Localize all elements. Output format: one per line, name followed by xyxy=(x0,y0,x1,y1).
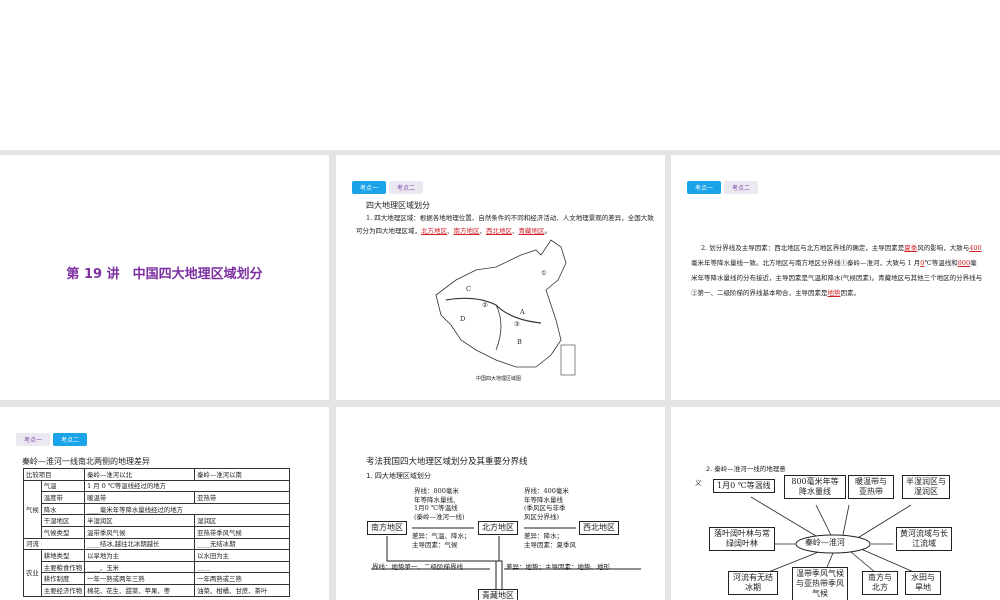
map-label-2: ② xyxy=(482,301,488,309)
node-humidity: 半湿润区与湿润区 xyxy=(902,475,950,499)
difference-label-2: 差异：降水； 主导因素：夏季风 xyxy=(524,532,576,549)
node-river-basin: 黄河流域与长江流域 xyxy=(896,527,952,551)
slide-thumbnail-3[interactable]: 考点一 考点二 2. 划分界线及主导因素：西北地区与北方地区界线的确定，主导因素是… xyxy=(671,155,1000,400)
map-label-a: A xyxy=(520,308,525,316)
boundary-label-3: 界线：地势第一、二级阶梯界线 xyxy=(372,563,463,571)
region-tibet: 青藏地区 xyxy=(478,589,518,600)
slide-thumbnail-6[interactable]: 2. 秦岭—淮河一线的地理意 义 秦岭—淮河 1月0 ℃等温线 800毫米年等降… xyxy=(671,407,1000,600)
map-label-c: C xyxy=(466,285,471,293)
table-row: 耕作制度 一年一熟或两年三熟 一年两熟或三熟 xyxy=(24,572,291,585)
node-climate-type: 温带季风气候与亚热带季风气候 xyxy=(792,567,848,600)
node-isotherm: 1月0 ℃等温线 xyxy=(713,479,775,493)
tab-topic-2[interactable]: 考点二 xyxy=(724,181,759,194)
table-heading: 秦岭—淮河一线南北两侧的地理差异 xyxy=(22,457,150,466)
center-node: 秦岭—淮河 xyxy=(805,538,845,547)
table-row: 干湿地区 半湿润区 湿润区 xyxy=(24,514,291,527)
map-label-b: B xyxy=(517,338,522,346)
region-northwest: 西北地区 xyxy=(579,521,619,535)
table-row: 气候 气温 1 月 0 ℃等温线经过的地方 xyxy=(23,479,291,539)
table-row: 主要经济作物 棉花、花生、甜菜、苹果、枣 油菜、柑橘、甘蔗、茶叶 xyxy=(24,583,291,597)
tab-topic-1[interactable]: 考点一 xyxy=(16,433,51,446)
table-row: 主要粮食作物 ____、玉米 ____ xyxy=(24,560,291,574)
table-row: 降水 ____毫米年等降水量线经过的地方 xyxy=(24,502,291,516)
node-south-north: 南方与北方 xyxy=(862,571,898,595)
tab-topic-1[interactable]: 考点一 xyxy=(687,181,722,194)
node-temperature-zone: 暖温带与亚热带 xyxy=(848,475,894,499)
map-label-1: ① xyxy=(541,269,547,277)
table-row: 比较项目 秦岭—淮河以北 秦岭—淮河以南 xyxy=(22,468,291,481)
slide-thumbnail-5[interactable]: 考法我国四大地理区域划分及其重要分界线 1. 四大地理区域划分 南方地区 北方地… xyxy=(336,407,665,600)
map-label-d: D xyxy=(460,315,466,323)
slide-thumbnail-4[interactable]: 考点一 考点二 秦岭—淮河一线南北两侧的地理差异 比较项目 秦岭—淮河以北 秦岭—淮河… xyxy=(0,407,329,600)
paragraph: 2. 划分界线及主导因素：西北地区与北方地区界线的确定，主导因素是夏季风的影响，… xyxy=(691,244,983,297)
boundary-label-2: 界线：400毫米 年等降水量线 (季风区与非季 风区分界线) xyxy=(524,487,569,521)
table-row: 河流 ____结冰,越往北冰期越长 ____无结冰期 xyxy=(22,537,291,551)
map-caption: 中国四大地理区域图 xyxy=(476,376,522,382)
map-label-3: ③ xyxy=(514,320,520,328)
node-farmland: 水田与旱地 xyxy=(905,571,941,595)
difference-label-3: 差异：地势；主导因素：地势、地形 xyxy=(506,563,610,571)
lesson-title: 第 19 讲 中国四大地理区域划分 xyxy=(66,267,263,282)
china-map xyxy=(435,239,576,376)
slide-thumbnail-2[interactable]: 考点一 考点二 四大地理区域划分 1. 四大地理区域：根据各地地理位置、自然条件的… xyxy=(336,155,665,400)
top-blank-area xyxy=(0,0,1000,150)
region-north: 北方地区 xyxy=(478,521,518,535)
table-row: 农业 耕地类型 以旱地为主 以水田为主 xyxy=(23,549,291,597)
comparison-table: 比较项目 秦岭—淮河以北 秦岭—淮河以南 气候 气温 1 月 0 ℃等温线经过的地方 温… xyxy=(22,468,291,597)
node-precipitation: 800毫米年等降水量线 xyxy=(784,475,846,499)
node-forest: 落叶阔叶林与常绿阔叶林 xyxy=(709,527,775,551)
boundary-label-1: 界线：800毫米 年等降水量线、 1月0 ℃等温线 (秦岭—淮河一线) xyxy=(414,487,465,521)
tab-topic-2[interactable]: 考点二 xyxy=(53,433,88,446)
table-row: 温度带 暖温带 亚热带 xyxy=(24,491,291,504)
node-river-ice: 河流有无结冰期 xyxy=(728,571,778,595)
region-south: 南方地区 xyxy=(367,521,407,535)
slide-thumbnail-1[interactable]: 第 19 讲 中国四大地理区域划分 xyxy=(0,155,329,400)
difference-label-1: 差异：气温、降水； 主导因素：气候 xyxy=(412,532,471,549)
table-row: 气候类型 温带季风气候 亚热带季风气候 xyxy=(24,525,291,539)
